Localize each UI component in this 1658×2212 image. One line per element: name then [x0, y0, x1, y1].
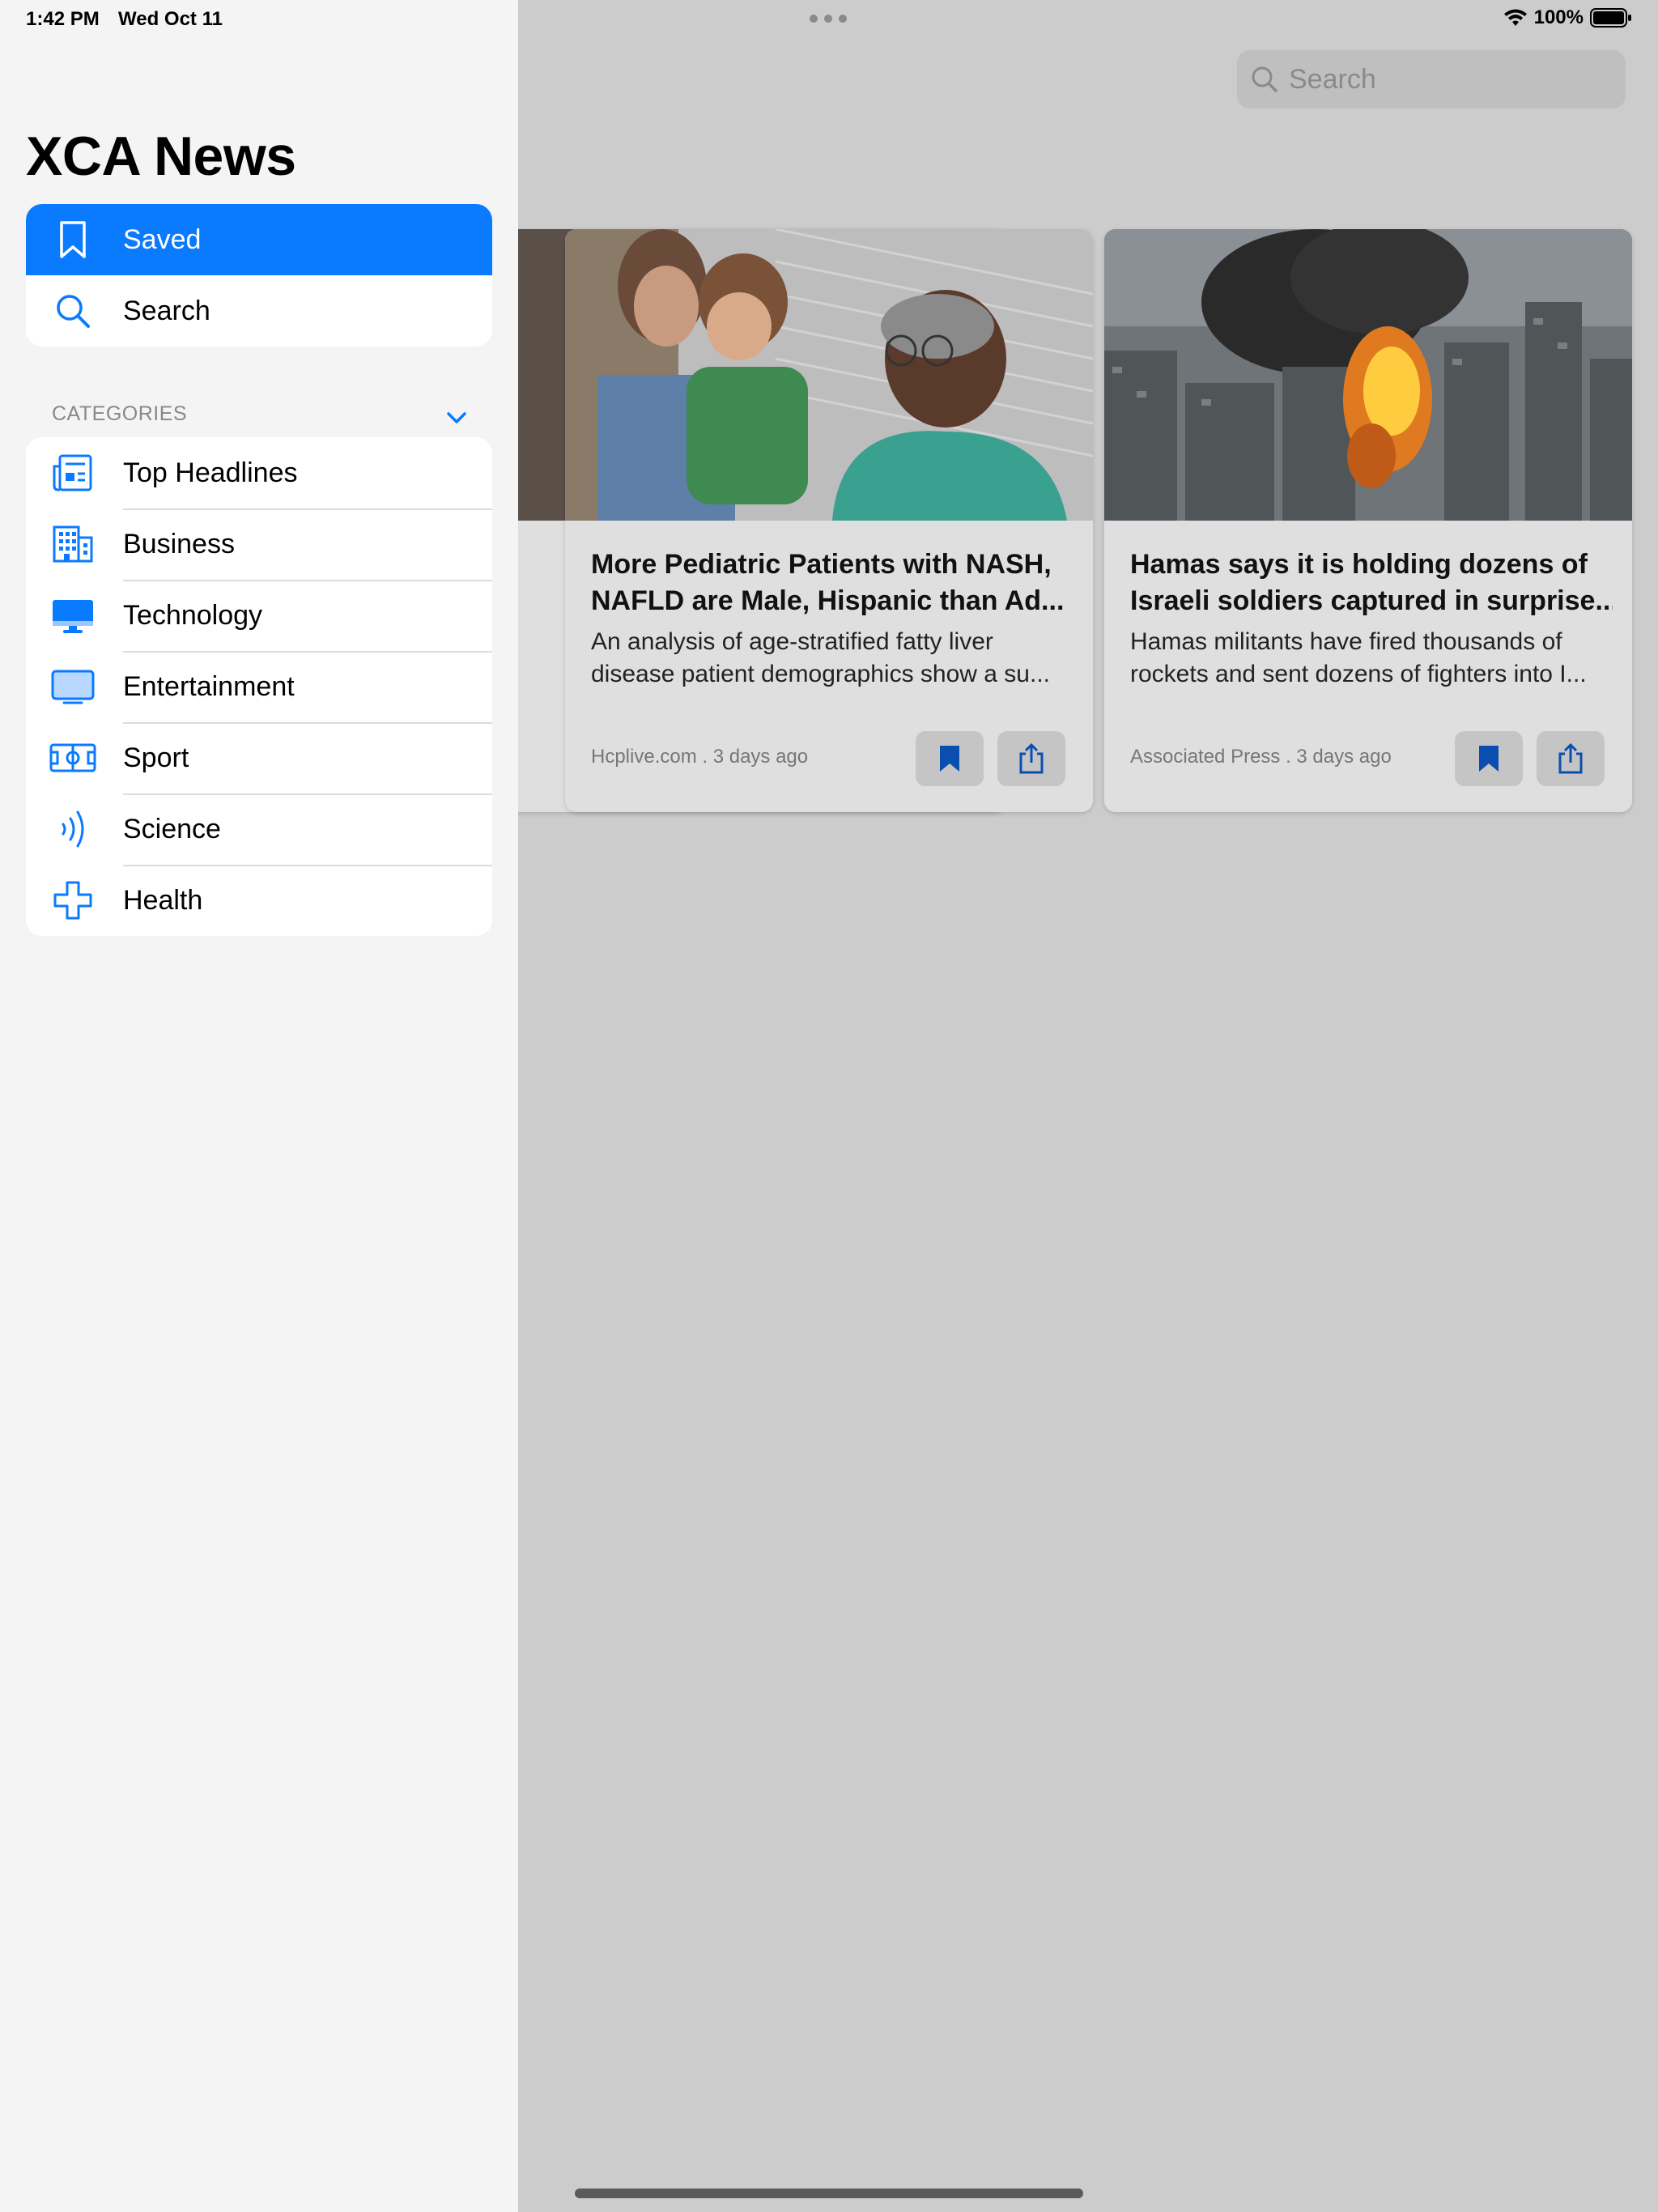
search-field[interactable]: Search	[1237, 50, 1626, 108]
home-indicator[interactable]	[575, 2189, 1083, 2198]
article-source-time: Associated Press . 3 days ago	[1130, 746, 1392, 768]
sidebar-item-top-headlines[interactable]: Top Headlines	[26, 437, 492, 508]
sidebar-item-label: Search	[123, 295, 210, 326]
search-icon	[1252, 66, 1278, 92]
wave-icon	[49, 805, 97, 853]
article-description: Hamas militants have fired thousands of …	[1130, 628, 1587, 687]
sidebar-item-label: Saved	[123, 223, 202, 255]
article-image-doctor-child	[565, 229, 1093, 521]
article-card[interactable]: More Pediatric Patients with NASH, NAFLD…	[565, 229, 1093, 812]
status-time: 1:42 PM	[26, 8, 100, 30]
multitasking-menu[interactable]	[810, 15, 847, 23]
wifi-icon	[1503, 9, 1527, 26]
sidebar-item-science[interactable]: Science	[26, 793, 492, 865]
building-icon	[49, 520, 97, 568]
sidebar-item-search[interactable]: Search	[26, 275, 492, 347]
status-indicators: 100%	[1503, 6, 1632, 29]
search-icon	[49, 287, 97, 335]
sidebar-item-label: Business	[123, 528, 235, 559]
search-placeholder: Search	[1289, 63, 1376, 95]
share-button[interactable]	[997, 731, 1065, 786]
sidebar: XCA News Saved Search CATEGORIES Top Hea…	[0, 0, 518, 2212]
sidebar-item-label: Health	[123, 884, 203, 916]
share-icon	[1019, 742, 1044, 774]
bookmark-button[interactable]	[916, 731, 984, 786]
bookmark-button[interactable]	[1455, 731, 1523, 786]
categories-header: CATEGORIES	[52, 402, 188, 425]
sidebar-item-label: Science	[123, 813, 221, 844]
sports-field-icon	[49, 734, 97, 782]
article-image-city-explosion	[1104, 229, 1632, 521]
sidebar-item-business[interactable]: Business	[26, 508, 492, 580]
article-card[interactable]: Hamas says it is holding dozens of Israe…	[1104, 229, 1632, 812]
status-date: Wed Oct 11	[118, 8, 223, 30]
article-source-time: Hcplive.com . 3 days ago	[591, 746, 809, 768]
bookmark-icon	[49, 215, 97, 264]
article-title: Hamas says it is holding dozens of Israe…	[1130, 549, 1613, 616]
sidebar-item-technology[interactable]: Technology	[26, 580, 492, 651]
app-title: XCA News	[26, 125, 296, 187]
sidebar-item-sport[interactable]: Sport	[26, 722, 492, 793]
bookmark-filled-icon	[1479, 746, 1499, 772]
battery-icon	[1590, 8, 1631, 28]
battery-percent: 100%	[1533, 6, 1584, 28]
categories-list: Top Headlines Business Technology Entert…	[26, 437, 492, 936]
tv-icon	[49, 662, 97, 711]
sidebar-item-saved[interactable]: Saved	[26, 204, 492, 275]
chevron-down-icon[interactable]	[444, 405, 470, 431]
sidebar-item-label: Sport	[123, 742, 189, 773]
sidebar-item-label: Top Headlines	[123, 457, 298, 488]
article-title: More Pediatric Patients with NASH, NAFLD…	[591, 549, 1065, 616]
newspaper-icon	[49, 449, 97, 497]
share-button[interactable]	[1537, 731, 1605, 786]
bookmark-filled-icon	[940, 746, 959, 772]
cross-icon	[49, 876, 97, 925]
share-icon	[1558, 742, 1583, 774]
status-bar: 1:42 PM Wed Oct 11 100%	[0, 0, 1658, 39]
sidebar-item-health[interactable]: Health	[26, 865, 492, 936]
desktop-computer-icon	[49, 591, 97, 640]
sidebar-item-label: Entertainment	[123, 670, 295, 702]
sidebar-top-group: Saved Search	[26, 204, 492, 347]
sidebar-item-label: Technology	[123, 599, 263, 631]
article-description: An analysis of age-stratified fatty live…	[591, 628, 1050, 687]
sidebar-item-entertainment[interactable]: Entertainment	[26, 651, 492, 722]
